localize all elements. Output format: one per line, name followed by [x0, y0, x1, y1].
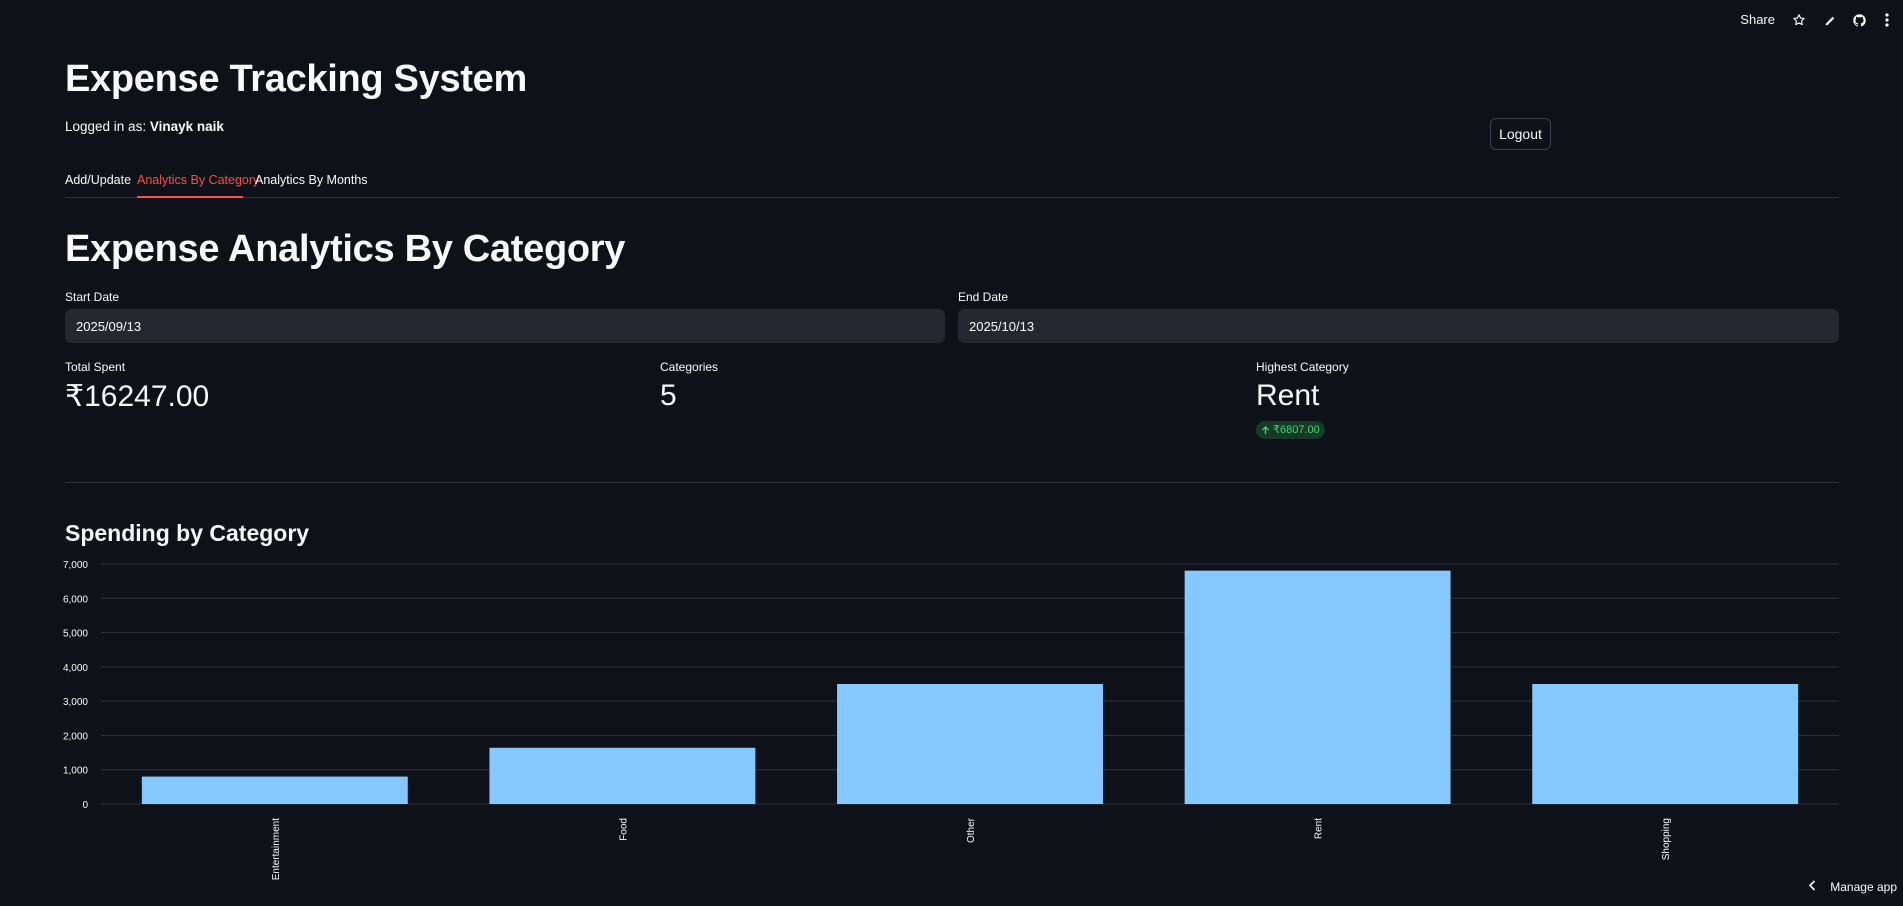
chart-bar-rent	[1184, 570, 1451, 804]
metric-highest-category-value: Rent	[1256, 379, 1320, 412]
more-vert-icon[interactable]	[1877, 10, 1897, 30]
chevron-left-icon	[1808, 880, 1816, 894]
y-tick-label: 3,000	[63, 697, 88, 708]
metric-total-spent-label: Total Spent	[65, 360, 126, 374]
metric-categories-value: 5	[660, 379, 677, 412]
x-tick-label: Entertainment	[271, 818, 282, 880]
chart-title: Spending by Category	[65, 520, 310, 546]
logout-button[interactable]: Logout	[1490, 118, 1551, 150]
metric-delta-badge: ₹6807.00	[1256, 421, 1325, 439]
x-tick-label: Food	[618, 818, 629, 841]
tab-analytics-by-category[interactable]: Analytics By Category	[137, 173, 259, 187]
x-tick-label: Shopping	[1661, 818, 1672, 860]
app-title: Expense Tracking System	[65, 58, 527, 100]
manage-app-control[interactable]: Manage app	[1808, 880, 1897, 894]
arrow-up-icon	[1261, 425, 1270, 434]
y-tick-label: 7,000	[63, 560, 88, 571]
metric-delta-value: ₹6807.00	[1273, 424, 1320, 436]
metric-highest-category-label: Highest Category	[1256, 360, 1349, 374]
logged-in-prefix: Logged in as:	[65, 119, 150, 134]
y-tick-label: 4,000	[63, 663, 88, 674]
star-icon[interactable]	[1789, 10, 1809, 30]
tab-bar: Add/Update Analytics By Category Analyti…	[65, 160, 1839, 198]
y-tick-label: 1,000	[63, 766, 88, 777]
chart-bar-food	[489, 747, 756, 804]
chart-bar-shopping	[1532, 684, 1799, 804]
y-tick-label: 5,000	[63, 629, 88, 640]
y-tick-label: 2,000	[63, 731, 88, 742]
section-divider	[65, 482, 1839, 483]
tab-add-update[interactable]: Add/Update	[65, 173, 131, 187]
y-tick-label: 6,000	[63, 594, 88, 605]
end-date-input[interactable]	[958, 309, 1839, 343]
pencil-icon[interactable]	[1820, 10, 1840, 30]
share-button[interactable]: Share	[1740, 12, 1775, 27]
end-date-label: End Date	[958, 290, 1009, 304]
start-date-label: Start Date	[65, 290, 120, 304]
x-tick-label: Rent	[1314, 818, 1325, 839]
username: Vinayk naik	[149, 119, 224, 134]
metric-total-spent-value: ₹16247.00	[65, 380, 210, 413]
page-title: Expense Analytics By Category	[65, 228, 626, 270]
tab-analytics-by-months[interactable]: Analytics By Months	[255, 173, 368, 187]
manage-app-label: Manage app	[1830, 880, 1897, 894]
app-toolbar: Share	[0, 0, 1903, 40]
metric-categories-label: Categories	[660, 360, 719, 374]
logged-in-text: Logged in as: Vinayk naik	[65, 119, 224, 134]
x-tick-label: Other	[966, 817, 977, 843]
github-icon[interactable]	[1849, 10, 1869, 30]
active-tab-indicator	[137, 196, 243, 198]
y-tick-label: 0	[82, 800, 88, 811]
start-date-input[interactable]	[65, 309, 945, 343]
chart-bar-entertainment	[141, 776, 408, 804]
chart-bar-other	[837, 684, 1103, 804]
spending-bar-chart: 0 1,000 2,000 3,000 4,000 5,000 6,000 7,000 Ente…	[63, 560, 1839, 880]
